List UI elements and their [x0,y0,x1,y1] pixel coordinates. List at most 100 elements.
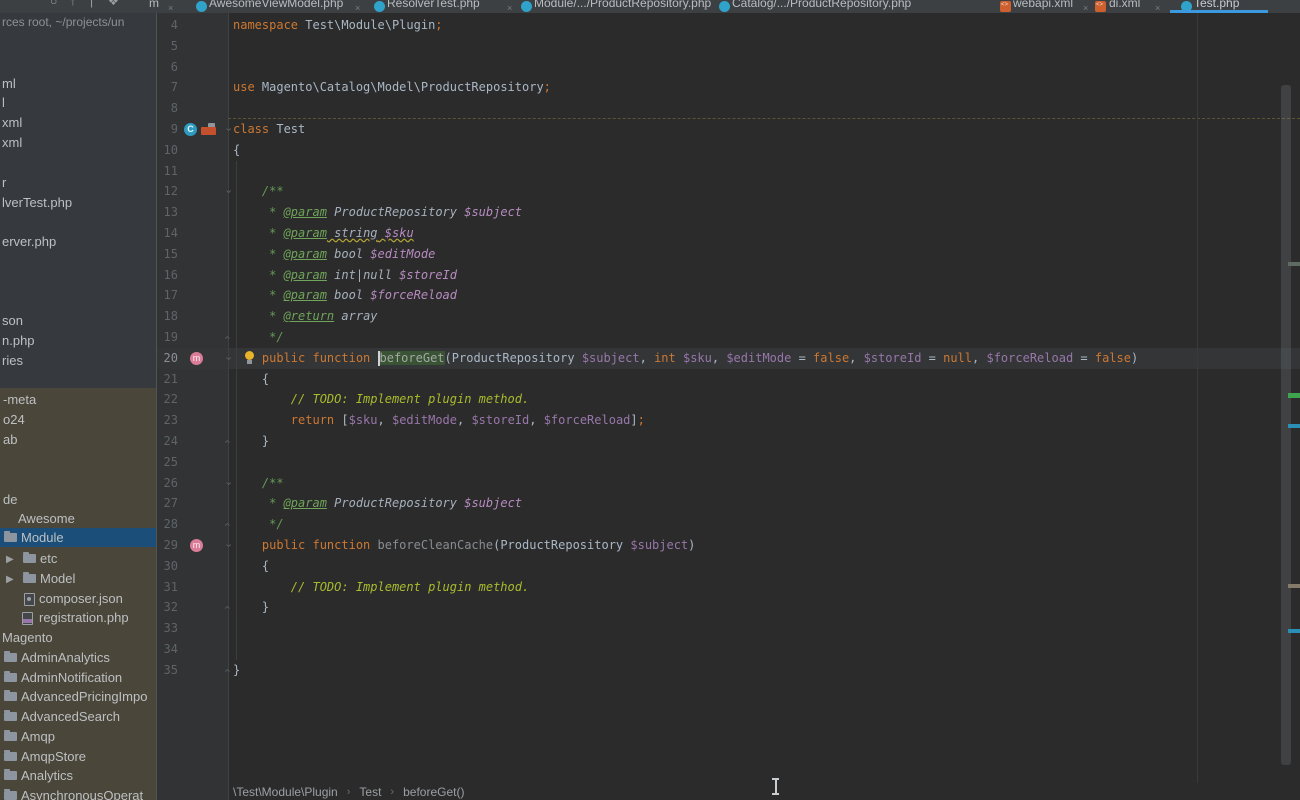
tree-item-asynchronousoperat[interactable]: AsynchronousOperat [0,786,157,800]
tree-item-ml[interactable]: ml [0,74,157,93]
breadcrumb-item[interactable]: beforeGet() [403,785,464,799]
tab-webapi-xml[interactable]: webapi.xml [1013,0,1073,10]
tree-item-ab[interactable]: ab [0,430,157,449]
fold-marker[interactable]: › [223,665,234,675]
fold-marker[interactable]: › [223,353,234,363]
tree-item-analytics[interactable]: Analytics [0,766,157,785]
code-line[interactable]: } [233,431,269,452]
fold-marker[interactable]: › [223,333,234,343]
code-line[interactable]: * @param int|null $storeId [233,265,457,286]
tree-item-ries[interactable]: ries [0,351,157,370]
code-line[interactable]: // TODO: Implement plugin method. [233,577,529,598]
tab-close-icon[interactable]: × [507,6,511,10]
class-gutter-icon[interactable]: C [184,123,197,136]
code-line[interactable]: * @param bool $forceReload [233,285,457,306]
tab-di-xml[interactable]: di.xml [1109,0,1140,10]
code-line[interactable]: { [233,140,240,161]
tab-test-php[interactable]: Test.php [1194,0,1239,10]
code-line[interactable]: */ [233,327,284,348]
code-line[interactable]: { [233,369,269,390]
code-line[interactable]: // TODO: Implement plugin method. [233,389,529,410]
editor-area[interactable]: 4567891011121314151617181920212223242526… [157,13,1300,800]
plugin-method-gutter-icon[interactable]: m [190,352,203,365]
code-line[interactable]: /** [233,473,284,494]
code-token [233,496,269,510]
tab-close-icon[interactable]: × [168,6,172,10]
tree-item-lvertest-php[interactable]: lverTest.php [0,193,157,212]
tree-item-amqpstore[interactable]: AmqpStore [0,747,157,766]
code-line[interactable]: * @param bool $editMode [233,244,435,265]
tree-item-xml[interactable]: xml [0,133,157,152]
tree-item-xml[interactable]: xml [0,113,157,132]
toolbar-icon[interactable]: ↑ [70,0,76,8]
code-line[interactable]: } [233,660,240,681]
code-line[interactable]: public function beforeCleanCache(Product… [233,535,695,556]
tree-item-etc[interactable]: ▶etc [0,549,157,568]
tab-awesomeviewmodel-php[interactable]: AwesomeViewModel.php [209,0,343,10]
tree-item-advancedpricingimpo[interactable]: AdvancedPricingImpo [0,687,157,706]
error-stripe-mark[interactable] [1288,262,1300,266]
tree-item-awesome[interactable]: Awesome [0,509,157,528]
tab-close-icon[interactable]: × [903,6,907,10]
fold-marker[interactable]: › [223,541,234,551]
code-line[interactable]: * @return array [233,306,378,327]
code-line[interactable]: public function beforeGet(ProductReposit… [233,348,1138,369]
tree-item-erver-php[interactable]: erver.php [0,232,157,251]
code-token: $subject [630,538,688,552]
tree-item-son[interactable]: son [0,311,157,330]
tab-resolvertest-php[interactable]: ResolverTest.php [387,0,480,10]
fold-marker[interactable]: › [223,478,234,488]
tree-item-de[interactable]: de [0,490,157,509]
module-gutter-icon[interactable] [201,123,216,135]
tree-item-adminanalytics[interactable]: AdminAnalytics [0,648,157,667]
tree-item-model[interactable]: ▶Model [0,569,157,588]
tree-item-n-php[interactable]: n.php [0,331,157,350]
tree-item-adminnotification[interactable]: AdminNotification [0,668,157,687]
code-line[interactable]: * @param string $sku [233,223,414,244]
code-line[interactable]: return [$sku, $editMode, $storeId, $forc… [233,410,645,431]
tree-item-registration-php[interactable]: registration.php [0,608,157,627]
error-stripe-mark[interactable] [1288,629,1300,633]
code-line[interactable]: * @param ProductRepository $subject [233,493,522,514]
code-line[interactable]: class Test [233,119,305,140]
tab-module-productrepository-php[interactable]: Module/.../ProductRepository.php [534,0,711,10]
tree-item-o24[interactable]: o24 [0,410,157,429]
tree-item--meta[interactable]: -meta [0,390,157,409]
tree-item-r[interactable]: r [0,173,157,192]
tab-close-icon[interactable]: × [355,6,359,10]
tree-item-composer-json[interactable]: composer.json [0,589,157,608]
fold-marker[interactable]: › [223,187,234,197]
error-stripe-mark[interactable] [1288,584,1300,588]
toolbar-icon[interactable]: | [90,0,93,8]
fold-marker[interactable]: › [223,520,234,530]
chevron-right-icon[interactable]: ▶ [6,550,14,568]
toolbar-icon[interactable]: ○ [50,0,57,8]
tree-item-advancedsearch[interactable]: AdvancedSearch [0,707,157,726]
chevron-right-icon[interactable]: ▶ [6,570,14,588]
code-line[interactable]: * @param ProductRepository $subject [233,202,522,223]
breadcrumb-item[interactable]: Test [359,785,381,799]
tree-item-magento[interactable]: Magento [0,628,157,647]
tab-close-icon[interactable]: × [703,6,707,10]
tab-close-icon[interactable]: × [1155,6,1159,10]
fold-marker[interactable]: › [223,437,234,447]
error-stripe-mark[interactable] [1288,424,1300,428]
tab-catalog-productrepository-php[interactable]: Catalog/.../ProductRepository.php [732,0,911,10]
tab-m[interactable]: m [149,0,159,10]
tree-item-l[interactable]: l [0,93,157,112]
plugin-method-gutter-icon[interactable]: m [190,539,203,552]
code-line[interactable]: namespace Test\Module\Plugin; [233,15,443,36]
tree-item-amqp[interactable]: Amqp [0,727,157,746]
code-line[interactable]: /** [233,181,284,202]
code-line[interactable]: } [233,597,269,618]
toolbar-icon[interactable]: ❖ [108,0,119,8]
code-line[interactable]: */ [233,514,284,535]
fold-marker[interactable]: › [223,603,234,613]
code-line[interactable]: { [233,556,269,577]
tab-close-icon[interactable]: × [1083,6,1087,10]
code-line[interactable]: use Magento\Catalog\Model\ProductReposit… [233,77,551,98]
tree-item-module[interactable]: Module [0,528,157,547]
error-stripe-mark[interactable] [1288,393,1300,398]
breadcrumb-item[interactable]: \Test\Module\Plugin [233,785,338,799]
fold-marker[interactable]: › [223,125,234,135]
